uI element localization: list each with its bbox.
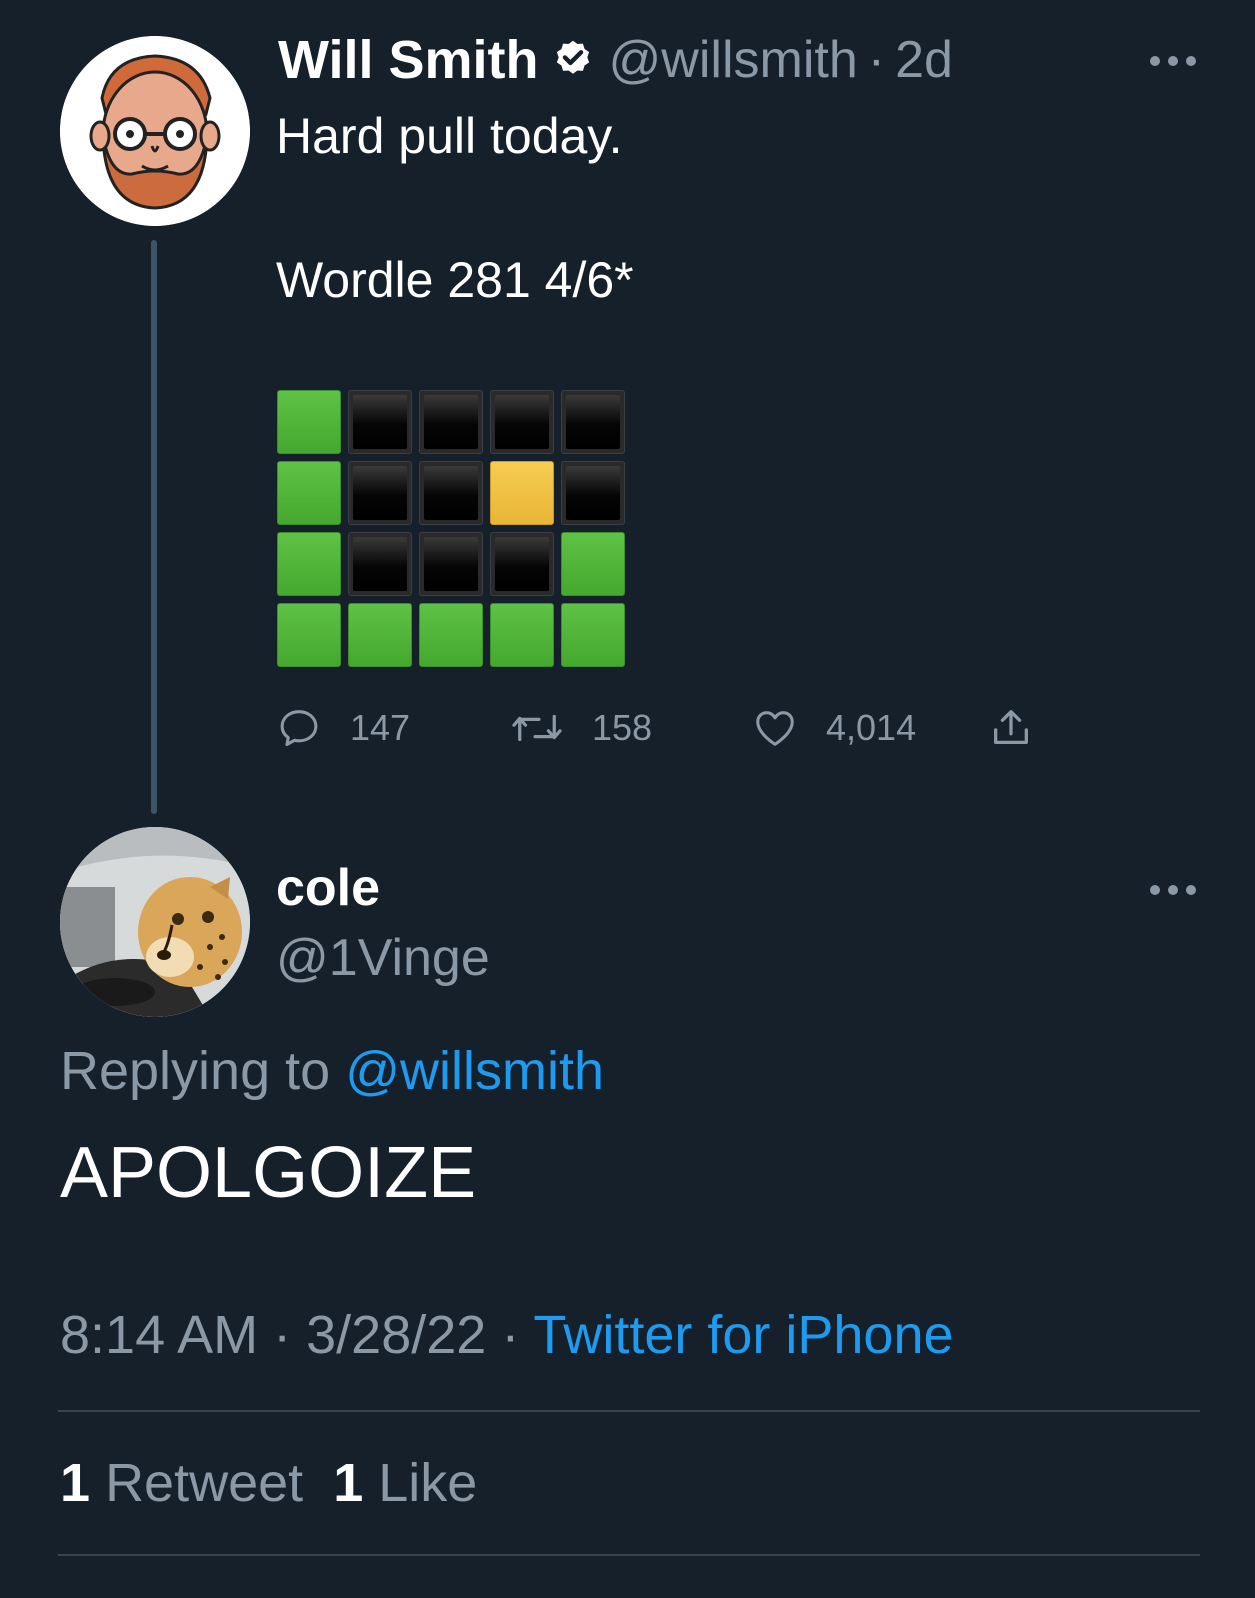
- retweet-icon: [512, 714, 562, 742]
- share-icon: [994, 710, 1028, 745]
- wordle-grid: [277, 390, 625, 667]
- wordle-square-yellow: [490, 461, 554, 525]
- cheetah-driving-avatar: [60, 827, 250, 1017]
- wordle-square-green: [561, 532, 625, 596]
- separator-dot: ·: [867, 31, 886, 89]
- reply-author-name[interactable]: cole: [276, 858, 380, 918]
- reply-metadata: 8:14 AM · 3/28/22 · Twitter for iPhone: [60, 1304, 954, 1366]
- author-name[interactable]: Will Smith: [278, 29, 539, 91]
- tweet-text: Hard pull today.: [276, 108, 623, 164]
- wordle-square-green: [277, 390, 341, 454]
- wordle-square-green: [419, 603, 483, 667]
- divider-bottom: [58, 1554, 1200, 1556]
- share-button[interactable]: [988, 700, 1034, 756]
- retweet-stat-label: Retweet: [105, 1453, 304, 1513]
- like-stat-count: 1: [333, 1453, 364, 1513]
- replying-to: Replying to @willsmith: [60, 1040, 604, 1102]
- cartoon-face-avatar: [60, 36, 250, 226]
- author-handle[interactable]: @willsmith: [609, 30, 858, 90]
- wordle-square-black: [490, 390, 554, 454]
- wordle-square-black: [419, 390, 483, 454]
- avatar-will-smith[interactable]: [60, 36, 250, 226]
- wordle-square-black: [490, 532, 554, 596]
- reply-more-icon[interactable]: [1150, 883, 1196, 897]
- wordle-square-black: [348, 532, 412, 596]
- wordle-square-black: [561, 461, 625, 525]
- reply-button[interactable]: 147: [276, 700, 410, 756]
- like-button[interactable]: 4,014: [752, 700, 916, 756]
- meta-separator-1: ·: [273, 1305, 292, 1365]
- retweet-button[interactable]: 158: [510, 700, 652, 756]
- like-count: 4,014: [826, 707, 917, 748]
- avatar-cole[interactable]: [60, 827, 250, 1017]
- wordle-square-green: [277, 532, 341, 596]
- reply-date[interactable]: 3/28/22: [306, 1305, 486, 1365]
- wordle-square-black: [348, 390, 412, 454]
- like-stat-label: Like: [378, 1453, 478, 1513]
- reply-count: 147: [350, 707, 411, 748]
- divider: [58, 1410, 1200, 1412]
- likes-stat[interactable]: 1 Like: [333, 1453, 477, 1513]
- wordle-square-black: [348, 461, 412, 525]
- tweet-time[interactable]: 2d: [895, 30, 953, 90]
- reply-author-handle[interactable]: @1Vinge: [276, 928, 490, 988]
- reply-text: APOLGOIZE: [60, 1133, 477, 1213]
- wordle-square-green: [561, 603, 625, 667]
- wordle-square-black: [419, 532, 483, 596]
- retweets-stat[interactable]: 1 Retweet: [60, 1453, 303, 1513]
- meta-separator-2: ·: [501, 1305, 520, 1365]
- reply-stats: 1 Retweet 1 Like: [60, 1452, 477, 1514]
- thread-connector-line: [151, 240, 157, 814]
- like-icon: [756, 711, 794, 746]
- reply-time[interactable]: 8:14 AM: [60, 1305, 258, 1365]
- retweet-stat-count: 1: [60, 1453, 91, 1513]
- reply-source[interactable]: Twitter for iPhone: [533, 1305, 953, 1365]
- wordle-square-black: [419, 461, 483, 525]
- wordle-square-green: [490, 603, 554, 667]
- replying-to-mention[interactable]: @willsmith: [345, 1041, 604, 1101]
- wordle-score-text: Wordle 281 4/6*: [276, 252, 634, 308]
- reply-icon: [280, 710, 318, 747]
- tweet-header: Will Smith @willsmith · 2d: [278, 28, 953, 92]
- replying-prefix: Replying to: [60, 1041, 331, 1101]
- wordle-square-green: [277, 603, 341, 667]
- verified-icon: [556, 40, 589, 74]
- more-icon[interactable]: [1150, 54, 1196, 68]
- retweet-count: 158: [592, 707, 653, 748]
- wordle-square-green: [277, 461, 341, 525]
- wordle-square-black: [561, 390, 625, 454]
- wordle-square-green: [348, 603, 412, 667]
